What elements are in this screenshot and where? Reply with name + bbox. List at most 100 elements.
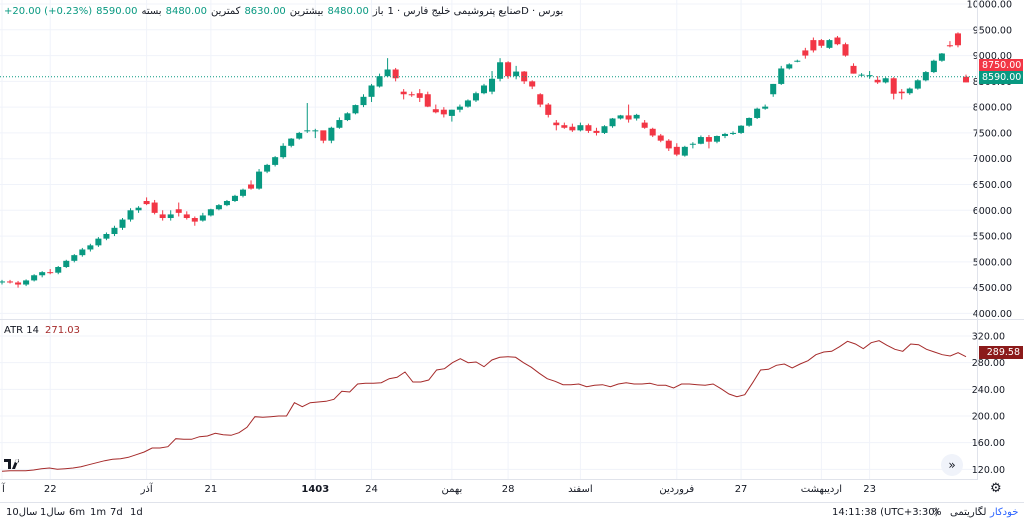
candle-body bbox=[513, 71, 520, 77]
tf-10y[interactable]: 10سال bbox=[6, 507, 37, 518]
atr-tick-label: 240.00 bbox=[972, 385, 1005, 396]
legend-low: 8480.00 bbox=[165, 5, 207, 17]
candle-body bbox=[770, 83, 777, 95]
candle-body bbox=[705, 137, 712, 142]
tf-6m[interactable]: 6m bbox=[69, 507, 85, 518]
chart-area[interactable]: 4000.00 4500.00 5000.00 5500.00 6000.00 6500.… bbox=[0, 0, 1024, 502]
candle-body bbox=[47, 272, 54, 274]
auto-scale-toggle[interactable]: خودکار bbox=[990, 507, 1018, 518]
candle-body bbox=[151, 202, 158, 213]
candle-body bbox=[127, 210, 134, 220]
candle-body bbox=[312, 130, 319, 132]
gear-icon[interactable]: ⚙ bbox=[990, 482, 1004, 496]
tf-1d[interactable]: 1d bbox=[130, 507, 143, 518]
candle-body bbox=[898, 91, 905, 94]
atr-tick-label: 320.00 bbox=[972, 332, 1005, 343]
candle-body bbox=[39, 272, 46, 276]
candle-body bbox=[119, 219, 126, 228]
candle-body bbox=[384, 69, 391, 77]
candle-body bbox=[480, 85, 488, 94]
candle-body bbox=[248, 184, 255, 189]
candle-body bbox=[730, 132, 737, 134]
candle-body bbox=[673, 146, 680, 155]
candle-body bbox=[738, 125, 745, 133]
candle-body bbox=[320, 130, 327, 141]
price-tick-label: 5500.00 bbox=[973, 232, 1012, 243]
candle-body bbox=[721, 133, 729, 137]
candle-body bbox=[416, 93, 423, 98]
candle-body bbox=[866, 75, 873, 77]
scroll-to-realtime-icon[interactable]: » bbox=[941, 454, 963, 476]
candle-body bbox=[167, 214, 174, 219]
log-toggle[interactable]: لگاریتمی bbox=[950, 507, 986, 518]
time-tick-label: 28 bbox=[502, 484, 515, 495]
candle-body bbox=[561, 125, 568, 128]
atr-tick-label: 120.00 bbox=[972, 465, 1005, 476]
candle-body bbox=[890, 78, 897, 94]
candle-body bbox=[352, 105, 359, 114]
candle-body bbox=[472, 93, 479, 101]
tf-1y[interactable]: 1سال bbox=[40, 507, 65, 518]
candle-body bbox=[95, 238, 102, 246]
candle-body bbox=[175, 209, 182, 213]
candle-body bbox=[954, 33, 961, 46]
candle-body bbox=[79, 249, 86, 256]
time-tick-label: 23 bbox=[863, 484, 876, 495]
candle-body bbox=[850, 65, 857, 74]
candle-body bbox=[786, 64, 793, 69]
time-tick-label: بهمن bbox=[441, 484, 462, 495]
candle-body bbox=[842, 44, 849, 56]
legend-low-label: کمترین bbox=[210, 5, 241, 17]
candle-body bbox=[63, 260, 70, 268]
legend-symbol[interactable]: صنایع پتروشیمی خلیج فارس · 1D · بورس bbox=[387, 6, 563, 17]
candle-body bbox=[7, 281, 14, 283]
candle-body bbox=[537, 94, 544, 105]
candle-body bbox=[424, 94, 431, 107]
clock-timezone[interactable]: 14:11:38 (UTC+3:30) bbox=[832, 507, 939, 518]
time-tick-label: آ bbox=[1, 482, 6, 495]
candle-body bbox=[545, 104, 552, 115]
legend-close: 8590.00 bbox=[96, 5, 138, 17]
candle-body bbox=[609, 118, 616, 127]
legend-high-label: بیشترین bbox=[289, 5, 324, 17]
atr-tick-label: 280.00 bbox=[972, 358, 1005, 369]
percent-toggle[interactable]: % bbox=[932, 507, 942, 518]
grid-lines bbox=[0, 0, 977, 479]
candle-body bbox=[882, 78, 889, 83]
candle-body bbox=[448, 109, 455, 116]
bottom-toolbar: 10سال 1سال 6m 1m 7d 1d 14:11:38 (UTC+3:3… bbox=[0, 502, 1024, 523]
candle-body bbox=[0, 281, 6, 283]
price-tick-label: 8000.00 bbox=[973, 103, 1012, 114]
price-tick-label: 9500.00 bbox=[973, 25, 1012, 36]
candle-body bbox=[256, 171, 263, 189]
time-tick-label: اسفند bbox=[568, 484, 592, 495]
price-tick-label: 4500.00 bbox=[973, 283, 1012, 294]
time-tick-label: 24 bbox=[365, 484, 378, 495]
candle-body bbox=[328, 127, 335, 141]
atr-legend[interactable]: ATR 14 271.03 bbox=[4, 325, 80, 336]
legend-high: 8630.00 bbox=[244, 5, 286, 17]
candle-body bbox=[529, 81, 536, 87]
time-tick-label: 1403 bbox=[301, 484, 329, 495]
tf-7d[interactable]: 7d bbox=[110, 507, 123, 518]
candle-body bbox=[264, 164, 271, 172]
candle-body bbox=[697, 137, 704, 144]
atr-tick-label: 200.00 bbox=[972, 412, 1005, 423]
candle-body bbox=[183, 214, 190, 219]
legend-close-label: بسته bbox=[141, 5, 162, 17]
legend-open-label: باز bbox=[372, 5, 384, 17]
time-tick-label: 22 bbox=[44, 484, 57, 495]
candle-body bbox=[464, 100, 471, 107]
candle-body bbox=[802, 50, 809, 56]
candle-body bbox=[858, 74, 865, 76]
candle-body bbox=[408, 94, 415, 96]
candle-body bbox=[874, 79, 881, 83]
candle-body bbox=[456, 106, 463, 110]
tradingview-logo-icon[interactable] bbox=[4, 456, 22, 470]
candle-body bbox=[689, 143, 696, 145]
atr-tick-label: 160.00 bbox=[972, 438, 1005, 449]
candle-body bbox=[601, 126, 608, 133]
tf-1m[interactable]: 1m bbox=[90, 507, 106, 518]
candle-body bbox=[207, 209, 214, 216]
atr-last-tag: 289.58 bbox=[979, 346, 1023, 359]
